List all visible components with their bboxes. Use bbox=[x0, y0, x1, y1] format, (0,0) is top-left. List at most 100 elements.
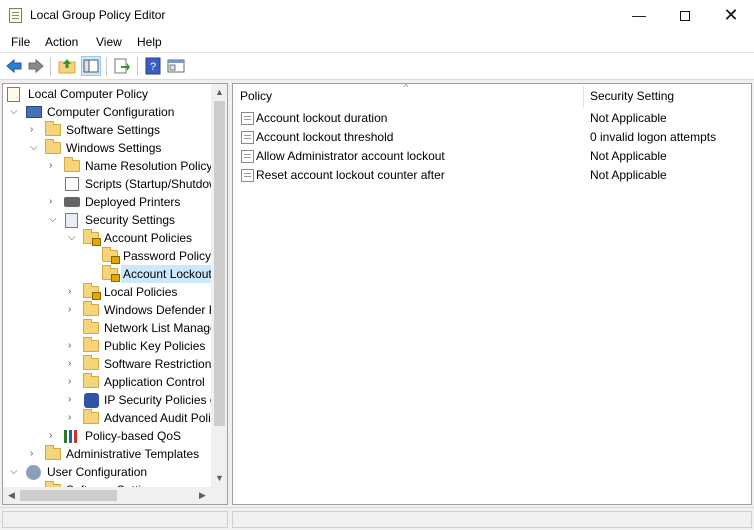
console-tree-icon[interactable] bbox=[81, 56, 101, 76]
chevron-right-icon[interactable]: › bbox=[68, 301, 78, 319]
status-segment bbox=[232, 511, 752, 528]
qos-chart-icon bbox=[64, 430, 80, 443]
folder-icon bbox=[83, 373, 99, 388]
folder-icon bbox=[64, 157, 80, 172]
forward-arrow-icon[interactable] bbox=[27, 57, 45, 75]
policy-name: Account lockout duration bbox=[256, 111, 388, 125]
chevron-down-icon[interactable]: ⌵ bbox=[10, 463, 20, 481]
help-icon[interactable]: ? bbox=[144, 57, 162, 75]
back-arrow-icon[interactable] bbox=[5, 57, 23, 75]
scroll-down-arrow[interactable]: ▼ bbox=[211, 470, 227, 487]
list-item[interactable]: Allow Administrator account lockout Not … bbox=[233, 147, 751, 166]
scroll-right-arrow[interactable]: ▶ bbox=[194, 487, 211, 504]
list-item[interactable]: Account lockout duration Not Applicable bbox=[233, 109, 751, 128]
user-icon bbox=[26, 465, 41, 480]
menu-action[interactable]: Action bbox=[45, 35, 78, 49]
scripts-icon bbox=[65, 177, 79, 191]
security-setting-value: Not Applicable bbox=[590, 168, 667, 182]
menu-file[interactable]: File bbox=[11, 35, 30, 49]
folder-icon bbox=[83, 355, 99, 370]
policy-name: Reset account lockout counter after bbox=[256, 168, 445, 182]
scroll-left-arrow[interactable]: ◀ bbox=[3, 487, 20, 504]
tree-item-label: Administrative Templates bbox=[66, 447, 200, 461]
locked-folder-icon bbox=[83, 283, 101, 300]
maximize-icon bbox=[680, 11, 690, 22]
security-setting-value: 0 invalid logon attempts bbox=[590, 130, 717, 144]
folder-icon bbox=[83, 319, 99, 334]
menu-view[interactable]: View bbox=[96, 35, 122, 49]
chevron-right-icon[interactable]: › bbox=[68, 283, 78, 301]
chevron-down-icon[interactable]: ⌵ bbox=[30, 139, 40, 157]
security-setting-value: Not Applicable bbox=[590, 149, 667, 163]
tree-item-label: Account Policies bbox=[104, 231, 193, 245]
chevron-right-icon[interactable]: › bbox=[49, 157, 59, 175]
maximize-button[interactable] bbox=[662, 0, 708, 31]
chevron-right-icon[interactable]: › bbox=[49, 193, 59, 211]
list-item[interactable]: Account lockout threshold 0 invalid logo… bbox=[233, 128, 751, 147]
app-icon bbox=[9, 8, 22, 23]
tree-item-label: Public Key Policies bbox=[104, 339, 206, 353]
chevron-right-icon[interactable]: › bbox=[30, 121, 40, 139]
policy-setting-icon bbox=[241, 112, 254, 125]
status-segment bbox=[2, 511, 228, 528]
chevron-right-icon[interactable]: › bbox=[49, 427, 59, 445]
tree-item-label: Scripts (Startup/Shutdown) bbox=[85, 177, 228, 191]
svg-text:?: ? bbox=[150, 61, 156, 73]
toolbar-separator bbox=[50, 57, 51, 76]
tree-item-label: User Configuration bbox=[47, 465, 148, 479]
locked-folder-icon bbox=[102, 247, 120, 264]
column-header-security-setting[interactable]: Security Setting bbox=[583, 84, 751, 109]
chevron-right-icon[interactable]: › bbox=[68, 337, 78, 355]
chevron-right-icon[interactable]: › bbox=[68, 355, 78, 373]
chevron-down-icon[interactable]: ⌵ bbox=[49, 211, 59, 229]
chevron-down-icon[interactable]: ⌵ bbox=[68, 229, 78, 247]
policy-setting-icon bbox=[241, 150, 254, 163]
scroll-thumb[interactable] bbox=[20, 490, 117, 501]
chevron-down-icon[interactable]: ⌵ bbox=[10, 103, 20, 121]
title-bar: Local Group Policy Editor — ✕ bbox=[0, 0, 754, 31]
policy-setting-icon bbox=[241, 169, 254, 182]
tree-item-label: Windows Settings bbox=[66, 141, 162, 155]
window-title: Local Group Policy Editor bbox=[30, 8, 166, 22]
policy-name: Account lockout threshold bbox=[256, 130, 394, 144]
scroll-thumb[interactable] bbox=[214, 101, 225, 426]
folder-icon bbox=[83, 337, 99, 352]
list-item[interactable]: Reset account lockout counter after Not … bbox=[233, 166, 751, 185]
console-tree: Local Computer Policy ⌵ Computer Configu… bbox=[2, 83, 228, 505]
chevron-right-icon[interactable]: › bbox=[30, 445, 40, 463]
chevron-right-icon[interactable]: › bbox=[68, 391, 78, 409]
policy-icon bbox=[7, 87, 20, 102]
up-folder-icon[interactable] bbox=[58, 57, 76, 75]
chevron-right-icon[interactable]: › bbox=[68, 373, 78, 391]
tree-item-label: Advanced Audit Poli bbox=[104, 411, 211, 425]
tree-vertical-scrollbar[interactable]: ▲ ▼ bbox=[211, 84, 227, 487]
tree-item-label: Software Settings bbox=[66, 123, 161, 137]
locked-folder-icon bbox=[102, 265, 120, 282]
menu-help[interactable]: Help bbox=[137, 35, 162, 49]
tree-item-label: Network List Manager bbox=[104, 321, 221, 335]
scroll-up-arrow[interactable]: ▲ bbox=[211, 84, 227, 101]
close-button[interactable]: ✕ bbox=[708, 0, 754, 31]
ip-security-icon bbox=[84, 393, 99, 408]
chevron-right-icon[interactable]: › bbox=[68, 409, 78, 427]
policy-setting-icon bbox=[241, 131, 254, 144]
export-list-icon[interactable] bbox=[113, 57, 131, 75]
properties-icon[interactable] bbox=[167, 57, 185, 75]
computer-icon bbox=[26, 106, 42, 118]
tree-item-label: Local Computer Policy bbox=[28, 87, 149, 101]
folder-icon bbox=[45, 139, 61, 154]
policy-name: Allow Administrator account lockout bbox=[256, 149, 445, 163]
tree-item-label: Password Policy bbox=[123, 249, 212, 263]
tree-item-label: Security Settings bbox=[85, 213, 176, 227]
minimize-button[interactable]: — bbox=[616, 0, 662, 31]
policy-list: ^ Policy Security Setting Account lockou… bbox=[232, 83, 752, 505]
folder-icon bbox=[83, 301, 99, 316]
folder-icon bbox=[45, 121, 61, 136]
toolbar-separator bbox=[137, 57, 138, 76]
printer-icon bbox=[64, 197, 80, 207]
column-header-policy[interactable]: Policy bbox=[233, 84, 583, 109]
folder-icon bbox=[45, 445, 61, 460]
tree-horizontal-scrollbar[interactable]: ◀ ▶ bbox=[3, 487, 211, 504]
tree-item-label: Application Control bbox=[104, 375, 205, 389]
tree-item-label: Deployed Printers bbox=[85, 195, 181, 209]
